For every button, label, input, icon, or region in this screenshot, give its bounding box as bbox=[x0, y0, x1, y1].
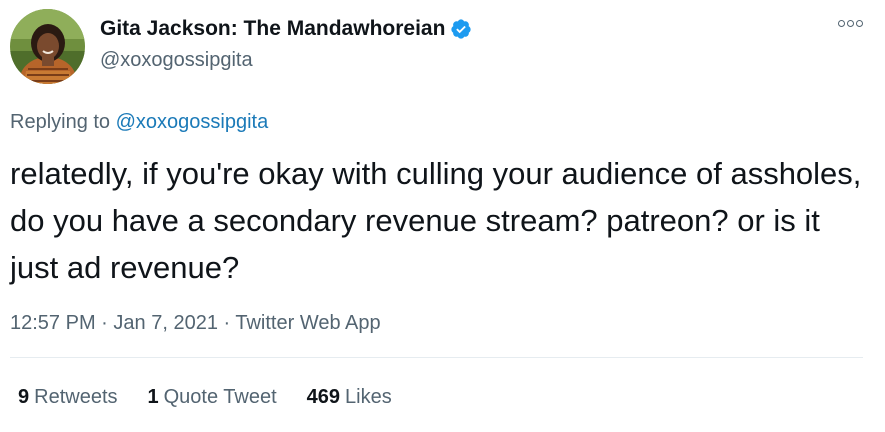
divider bbox=[10, 357, 863, 358]
author-name-row: Gita Jackson: The Mandawhoreian bbox=[100, 16, 472, 42]
avatar[interactable] bbox=[10, 9, 85, 84]
tweet-text: relatedly, if you're okay with culling y… bbox=[10, 156, 862, 285]
retweets-count: 9 bbox=[18, 386, 30, 408]
likes-label: Likes bbox=[345, 386, 392, 408]
tweet-stats: 9 Retweets 1 Quote Tweet 469 Likes bbox=[18, 384, 392, 410]
retweets-stat[interactable]: 9 Retweets bbox=[18, 384, 118, 410]
verified-badge-icon bbox=[450, 18, 472, 40]
quote-tweets-stat[interactable]: 1 Quote Tweet bbox=[148, 384, 277, 410]
tweet-time-link[interactable]: 12:57 PM bbox=[10, 312, 96, 334]
tweet-date-link[interactable]: Jan 7, 2021 bbox=[113, 312, 218, 334]
retweets-label: Retweets bbox=[34, 386, 118, 408]
tweet-meta: 12:57 PM · Jan 7, 2021 · Twitter Web App bbox=[10, 310, 381, 336]
replying-to-prefix: Replying to bbox=[10, 111, 111, 133]
more-options-icon[interactable] bbox=[838, 20, 863, 27]
author-handle[interactable]: @xoxogossipgita bbox=[100, 48, 253, 72]
tweet-source-link[interactable]: Twitter Web App bbox=[235, 312, 380, 334]
meta-separator: · bbox=[223, 312, 231, 334]
tweet-card: Gita Jackson: The Mandawhoreian @xoxogos… bbox=[0, 0, 885, 432]
replying-to-handle-link[interactable]: @xoxogossipgita bbox=[116, 111, 269, 133]
likes-stat[interactable]: 469 Likes bbox=[307, 384, 392, 410]
likes-count: 469 bbox=[306, 386, 341, 408]
avatar-image bbox=[10, 9, 85, 84]
replying-to: Replying to @xoxogossipgita bbox=[10, 109, 268, 135]
quote-tweets-label: Quote Tweet bbox=[163, 386, 277, 408]
author-display-name[interactable]: Gita Jackson: The Mandawhoreian bbox=[100, 16, 445, 42]
quote-tweets-count: 1 bbox=[147, 386, 159, 408]
meta-separator: · bbox=[101, 312, 108, 334]
